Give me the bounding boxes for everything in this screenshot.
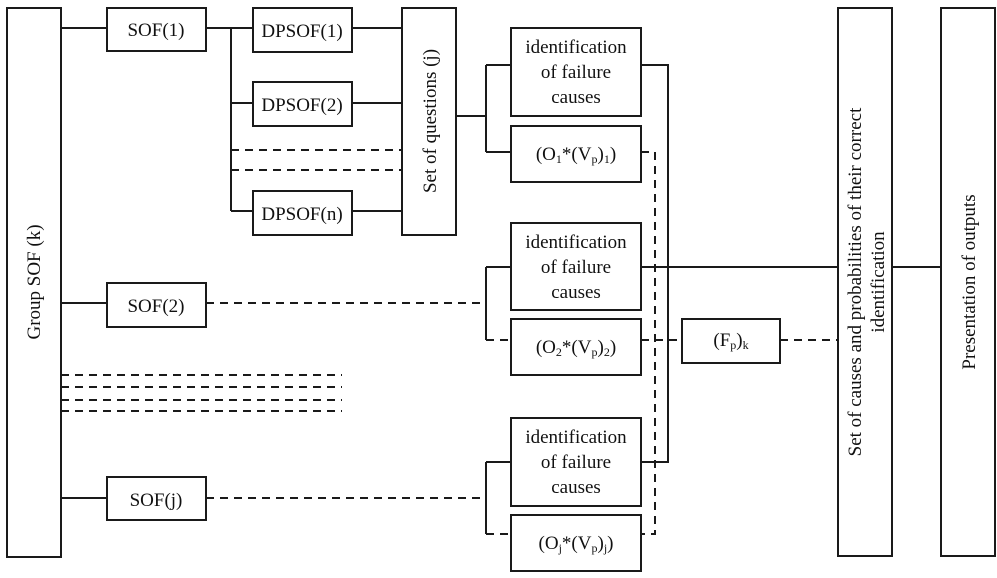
identification-box-1: identification of failure causes [510,27,642,117]
identification-1-line2: of failure [541,62,611,83]
dpsof-2-label: DPSOF(2) [261,95,342,116]
identification-2-line1: identification [525,232,627,253]
dpsof-1-label: DPSOF(1) [261,21,342,42]
presentation-label: Presentation of outputs [959,194,980,369]
identification-box-2: identification of failure causes [510,222,642,311]
sof-2-label: SOF(2) [127,296,184,317]
output-box-2: (O2*(Vp)2) [510,318,642,376]
dpsof-n-label: DPSOF(n) [261,204,342,225]
identification-3-line1: identification [525,427,627,448]
output-j-formula: (Oj*(Vp)j) [539,533,614,555]
sof-j-label: SOF(j) [130,490,183,511]
output-box-1: (O1*(Vp)1) [510,125,642,183]
identification-1-line3: causes [551,87,601,108]
identification-3-line2: of failure [541,452,611,473]
identification-3-line3: causes [551,477,601,498]
identification-1-line1: identification [525,37,627,58]
flow-diagram: Group SOF (k) SOF(1) SOF(2) SOF(j) DPSOF… [6,7,996,572]
set-of-causes-line1: Set of causes and probabilities of their… [845,107,866,456]
sof-1-label: SOF(1) [127,20,184,41]
output-collector [641,151,656,535]
questions-label: Set of questions (j) [420,49,441,193]
group-sof-label: Group SOF (k) [24,224,45,339]
identification-collector [641,64,669,463]
identification-box-3: identification of failure causes [510,417,642,507]
fp-box: (Fp)k [681,318,781,364]
identification-2-line2: of failure [541,257,611,278]
output-box-j: (Oj*(Vp)j) [510,514,642,572]
set-of-causes-line2: identification [868,231,889,333]
identification-2-line3: causes [551,282,601,303]
